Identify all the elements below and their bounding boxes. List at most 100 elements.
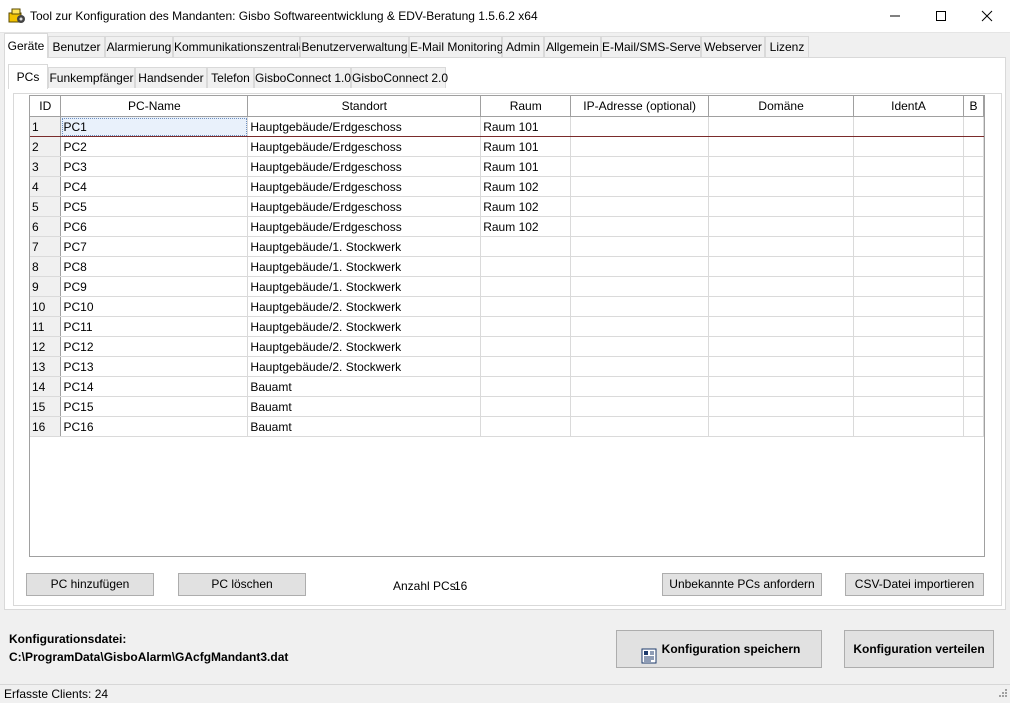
cell-identa[interactable] [853, 196, 964, 217]
cell-b[interactable] [963, 236, 984, 257]
cell-b[interactable] [963, 336, 984, 357]
cell-ip-adresse[interactable] [570, 196, 710, 217]
cell-identa[interactable] [853, 216, 964, 237]
request-unknown-pcs-button[interactable]: Unbekannte PCs anfordern [662, 573, 822, 596]
cell-b[interactable] [963, 176, 984, 197]
cell-ip-adresse[interactable] [570, 336, 710, 357]
cell-pc-name[interactable]: PC11 [60, 316, 249, 337]
cell-pc-name[interactable]: PC12 [60, 336, 249, 357]
cell-standort[interactable]: Bauamt [247, 416, 482, 437]
tab-pcs[interactable]: PCs [8, 64, 48, 89]
cell-pc-name[interactable]: PC8 [60, 256, 249, 277]
cell-raum[interactable] [480, 336, 572, 357]
cell-identa[interactable] [853, 356, 964, 377]
column-header-b[interactable]: B [963, 96, 984, 117]
cell-raum[interactable] [480, 416, 572, 437]
cell-raum[interactable]: Raum 101 [480, 156, 572, 177]
delete-pc-button[interactable]: PC löschen [178, 573, 306, 596]
distribute-config-button[interactable]: Konfiguration verteilen [844, 630, 994, 668]
table-row[interactable]: 11 PC11 Hauptgebäude/2. Stockwerk [30, 316, 984, 337]
cell-raum[interactable]: Raum 101 [480, 116, 572, 137]
tab-benutzerverwaltung[interactable]: Benutzerverwaltung [300, 36, 409, 57]
table-row[interactable]: 4 PC4 Hauptgebäude/Erdgeschoss Raum 102 [30, 176, 984, 197]
cell-ip-adresse[interactable] [570, 256, 710, 277]
cell-raum[interactable] [480, 256, 572, 277]
table-row[interactable]: 1 PC1 Hauptgebäude/Erdgeschoss Raum 101 [30, 116, 984, 137]
cell-id[interactable]: 15 [30, 396, 62, 417]
table-row[interactable]: 10 PC10 Hauptgebäude/2. Stockwerk [30, 296, 984, 317]
table-row[interactable]: 8 PC8 Hauptgebäude/1. Stockwerk [30, 256, 984, 277]
table-row[interactable]: 5 PC5 Hauptgebäude/Erdgeschoss Raum 102 [30, 196, 984, 217]
cell-identa[interactable] [853, 236, 964, 257]
cell-raum[interactable] [480, 356, 572, 377]
tab-benutzer[interactable]: Benutzer [48, 36, 105, 57]
cell-raum[interactable] [480, 396, 572, 417]
table-row[interactable]: 15 PC15 Bauamt [30, 396, 984, 417]
cell-id[interactable]: 12 [30, 336, 62, 357]
tab-email-sms-server[interactable]: E-Mail/SMS-Server [601, 36, 705, 57]
cell-pc-name[interactable]: PC6 [60, 216, 249, 237]
cell-identa[interactable] [853, 176, 964, 197]
add-pc-button[interactable]: PC hinzufügen [26, 573, 154, 596]
cell-pc-name[interactable]: PC14 [60, 376, 249, 397]
cell-identa[interactable] [853, 396, 964, 417]
tab-alarmierung[interactable]: Alarmierung [105, 36, 173, 57]
cell-b[interactable] [963, 156, 984, 177]
cell-b[interactable] [963, 256, 984, 277]
cell-ip-adresse[interactable] [570, 416, 710, 437]
cell-standort[interactable]: Hauptgebäude/1. Stockwerk [247, 236, 482, 257]
cell-identa[interactable] [853, 156, 964, 177]
cell-raum[interactable] [480, 296, 572, 317]
cell-id[interactable]: 16 [30, 416, 62, 437]
tab-gisboconnect-2[interactable]: GisboConnect 2.0 [351, 67, 448, 88]
tab-geraete[interactable]: Geräte [4, 33, 48, 58]
cell-standort[interactable]: Hauptgebäude/1. Stockwerk [247, 256, 482, 277]
table-row[interactable]: 6 PC6 Hauptgebäude/Erdgeschoss Raum 102 [30, 216, 984, 237]
cell-domaene[interactable] [708, 336, 855, 357]
cell-b[interactable] [963, 416, 984, 437]
cell-standort[interactable]: Hauptgebäude/2. Stockwerk [247, 336, 482, 357]
save-config-button[interactable]: Konfiguration speichern [616, 630, 822, 668]
cell-ip-adresse[interactable] [570, 176, 710, 197]
resize-grip-icon[interactable] [997, 687, 1008, 701]
cell-id[interactable]: 13 [30, 356, 62, 377]
cell-b[interactable] [963, 396, 984, 417]
table-row[interactable]: 13 PC13 Hauptgebäude/2. Stockwerk [30, 356, 984, 377]
tab-admin[interactable]: Admin [502, 36, 544, 57]
cell-identa[interactable] [853, 416, 964, 437]
tab-telefon[interactable]: Telefon [207, 67, 254, 88]
cell-pc-name[interactable]: PC9 [60, 276, 249, 297]
close-button[interactable] [964, 0, 1010, 32]
cell-domaene[interactable] [708, 356, 855, 377]
cell-raum[interactable]: Raum 102 [480, 196, 572, 217]
cell-id[interactable]: 14 [30, 376, 62, 397]
cell-pc-name[interactable]: PC7 [60, 236, 249, 257]
cell-domaene[interactable] [708, 196, 855, 217]
cell-standort[interactable]: Bauamt [247, 396, 482, 417]
cell-identa[interactable] [853, 376, 964, 397]
cell-domaene[interactable] [708, 296, 855, 317]
column-header-identa[interactable]: IdentA [853, 96, 964, 117]
table-row[interactable]: 9 PC9 Hauptgebäude/1. Stockwerk [30, 276, 984, 297]
tab-handsender[interactable]: Handsender [135, 67, 207, 88]
cell-id[interactable]: 6 [30, 216, 62, 237]
import-csv-button[interactable]: CSV-Datei importieren [845, 573, 984, 596]
cell-id[interactable]: 8 [30, 256, 62, 277]
cell-b[interactable] [963, 316, 984, 337]
cell-standort[interactable]: Hauptgebäude/2. Stockwerk [247, 356, 482, 377]
cell-domaene[interactable] [708, 136, 855, 157]
cell-standort[interactable]: Hauptgebäude/2. Stockwerk [247, 316, 482, 337]
cell-domaene[interactable] [708, 316, 855, 337]
cell-id[interactable]: 9 [30, 276, 62, 297]
table-row[interactable]: 14 PC14 Bauamt [30, 376, 984, 397]
cell-standort[interactable]: Hauptgebäude/Erdgeschoss [247, 116, 482, 137]
cell-raum[interactable] [480, 316, 572, 337]
cell-raum[interactable]: Raum 102 [480, 176, 572, 197]
cell-domaene[interactable] [708, 396, 855, 417]
cell-standort[interactable]: Hauptgebäude/Erdgeschoss [247, 136, 482, 157]
cell-id[interactable]: 11 [30, 316, 62, 337]
cell-standort[interactable]: Hauptgebäude/1. Stockwerk [247, 276, 482, 297]
cell-b[interactable] [963, 356, 984, 377]
cell-standort[interactable]: Bauamt [247, 376, 482, 397]
cell-domaene[interactable] [708, 156, 855, 177]
